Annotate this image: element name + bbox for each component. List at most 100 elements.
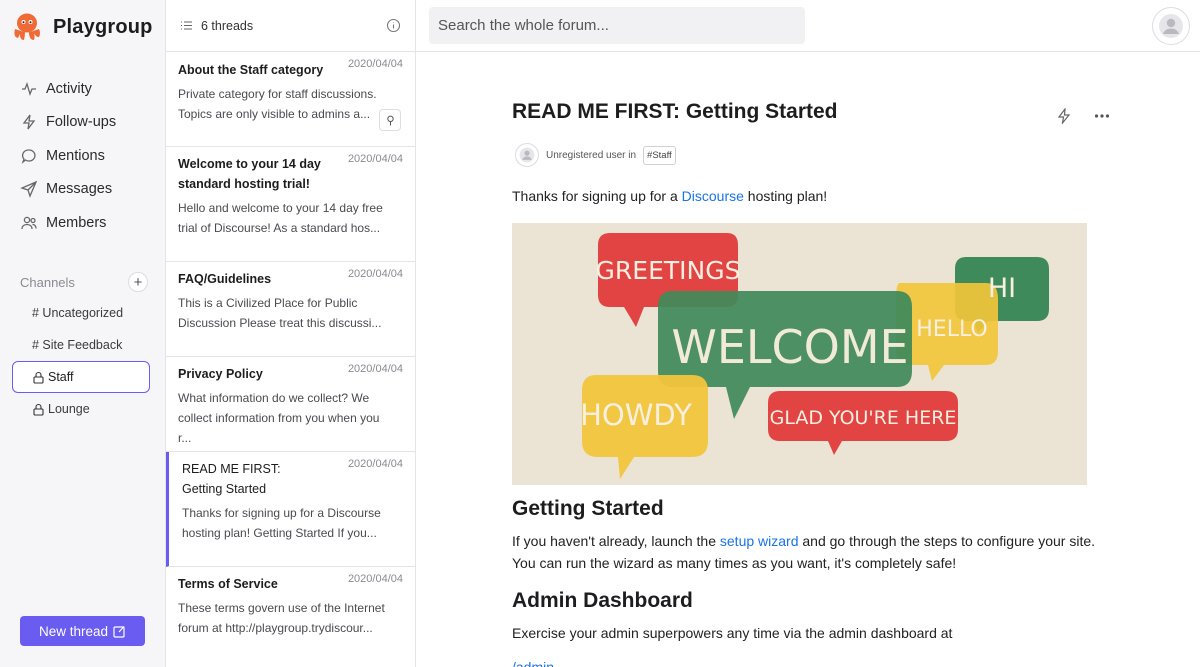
thread-excerpt: Private category for staff discussions. … bbox=[178, 87, 377, 121]
nav-item-label: Activity bbox=[46, 80, 92, 97]
thread-date: 2020/04/04 bbox=[347, 268, 403, 280]
lightning-icon[interactable] bbox=[1056, 108, 1072, 124]
channel-label: Staff bbox=[48, 370, 74, 384]
thread-date: 2020/04/04 bbox=[347, 153, 403, 165]
user-avatar[interactable] bbox=[1152, 7, 1190, 45]
channel-label: # Site Feedback bbox=[32, 338, 123, 352]
post-actions bbox=[1056, 108, 1110, 124]
channel-list: # Uncategorized # Site Feedback Staff Lo… bbox=[12, 297, 150, 425]
list-icon bbox=[181, 21, 192, 30]
thread-date: 2020/04/04 bbox=[347, 573, 403, 585]
category-tag[interactable]: #Staff bbox=[643, 145, 676, 165]
search-input[interactable] bbox=[429, 7, 805, 44]
add-channel-button[interactable]: + bbox=[128, 272, 148, 292]
banner-greetings-text: GREETINGS bbox=[596, 256, 741, 285]
speech-bubbles-illustration: GREETINGS HI HELLO WELCOME HOWDY GLAD YO… bbox=[512, 223, 1087, 485]
thread-title: Terms of Service bbox=[178, 577, 278, 591]
thread-excerpt: This is a Civilized Place for Public Dis… bbox=[178, 296, 382, 330]
banner-hi-text: HI bbox=[988, 273, 1016, 304]
avatar-placeholder-icon bbox=[519, 147, 535, 163]
thread-item[interactable]: FAQ/Guidelines 2020/04/04 This is a Civi… bbox=[166, 262, 415, 357]
heading-getting-started: Getting Started bbox=[512, 497, 664, 520]
nav-item-label: Messages bbox=[46, 181, 113, 198]
send-icon bbox=[20, 181, 38, 199]
thread-excerpt: Hello and welcome to your 14 day free tr… bbox=[178, 201, 383, 235]
channel-lounge[interactable]: Lounge bbox=[12, 393, 150, 425]
thread-date: 2020/04/04 bbox=[347, 363, 403, 375]
channel-staff[interactable]: Staff bbox=[12, 361, 150, 393]
channel-uncategorized[interactable]: # Uncategorized bbox=[12, 297, 150, 329]
gs-text: If you haven't already, launch the bbox=[512, 533, 720, 549]
intro-paragraph: Thanks for signing up for a Discourse ho… bbox=[512, 185, 827, 207]
brand-name: Playgroup bbox=[53, 15, 153, 38]
activity-icon bbox=[22, 81, 36, 96]
thread-title: READ ME FIRST: Getting Started bbox=[182, 462, 281, 496]
thread-date: 2020/04/04 bbox=[347, 458, 403, 470]
sidebar: Playgroup Activity Follow-ups Mentions M… bbox=[0, 0, 166, 667]
channel-site-feedback[interactable]: # Site Feedback bbox=[12, 329, 150, 361]
top-bar bbox=[416, 0, 1200, 52]
thread-count: 6 threads bbox=[201, 18, 254, 33]
channels-label: Channels bbox=[20, 274, 75, 290]
discourse-link[interactable]: Discourse bbox=[682, 188, 744, 204]
thread-list-header: 6 threads bbox=[166, 0, 415, 52]
thread-title: Privacy Policy bbox=[178, 367, 263, 381]
post-meta: Unregistered user in #Staff bbox=[515, 143, 676, 167]
author-avatar[interactable] bbox=[515, 143, 539, 167]
new-thread-label: New thread bbox=[38, 623, 109, 639]
banner-howdy-text: HOWDY bbox=[580, 398, 692, 432]
nav-item-messages[interactable]: Messages bbox=[20, 173, 160, 207]
avatar-placeholder-icon bbox=[1159, 14, 1183, 38]
banner-hello-text: HELLO bbox=[916, 317, 988, 342]
main-nav: Activity Follow-ups Mentions Messages Me… bbox=[20, 72, 160, 240]
thread-excerpt: Thanks for signing up for a Discourse ho… bbox=[182, 506, 381, 540]
more-options-icon[interactable] bbox=[1094, 108, 1110, 124]
admin-paragraph: Exercise your admin superpowers any time… bbox=[512, 625, 953, 641]
welcome-banner-image: GREETINGS HI HELLO WELCOME HOWDY GLAD YO… bbox=[512, 223, 1087, 485]
thread-excerpt: These terms govern use of the Internet f… bbox=[178, 601, 385, 635]
thread-item[interactable]: Welcome to your 14 day standard hosting … bbox=[166, 147, 415, 262]
banner-glad-text: GLAD YOU'RE HERE bbox=[770, 407, 957, 429]
thread-title: About the Staff category bbox=[178, 63, 324, 77]
admin-link[interactable]: /admin bbox=[512, 659, 554, 667]
compose-icon bbox=[113, 625, 125, 638]
brand[interactable]: Playgroup bbox=[11, 12, 153, 42]
nav-item-label: Mentions bbox=[46, 147, 105, 164]
thread-title: FAQ/Guidelines bbox=[178, 272, 272, 286]
nav-item-label: Members bbox=[46, 214, 107, 231]
channel-label: # Uncategorized bbox=[32, 306, 124, 320]
pin-icon bbox=[386, 115, 394, 125]
gs-text-end: and go through the steps to configure yo… bbox=[798, 533, 1096, 549]
setup-wizard-link[interactable]: setup wizard bbox=[720, 533, 799, 549]
lightning-icon bbox=[22, 114, 36, 130]
thread-item[interactable]: About the Staff category 2020/04/04 Priv… bbox=[166, 52, 415, 147]
author-name: Unregistered user in bbox=[546, 149, 637, 161]
nav-item-members[interactable]: Members bbox=[20, 206, 160, 240]
thread-excerpt: What information do we collect? We colle… bbox=[178, 391, 380, 445]
admin-link-paragraph: /admin bbox=[512, 656, 554, 667]
thread-item[interactable]: Terms of Service 2020/04/04 These terms … bbox=[166, 567, 415, 662]
thread-item-active[interactable]: READ ME FIRST: Getting Started 2020/04/0… bbox=[166, 452, 415, 567]
heading-admin-dashboard: Admin Dashboard bbox=[512, 589, 693, 612]
thread-list-panel: 6 threads About the Staff category 2020/… bbox=[166, 0, 416, 667]
octopus-logo-icon bbox=[14, 13, 40, 40]
nav-item-mentions[interactable]: Mentions bbox=[20, 139, 160, 173]
channels-header: Channels + bbox=[20, 272, 148, 292]
nav-item-label: Follow-ups bbox=[46, 114, 117, 131]
post-content: READ ME FIRST: Getting Started Unregiste… bbox=[512, 52, 1112, 667]
nav-item-activity[interactable]: Activity bbox=[20, 72, 160, 106]
new-thread-button[interactable]: New thread bbox=[20, 616, 145, 646]
intro-text-end: hosting plan! bbox=[743, 188, 828, 204]
info-icon[interactable] bbox=[386, 18, 401, 33]
getting-started-line-1: If you haven't already, launch the setup… bbox=[512, 530, 1095, 552]
thread-item[interactable]: Privacy Policy 2020/04/04 What informati… bbox=[166, 357, 415, 452]
lock-icon bbox=[33, 403, 44, 416]
thread-title: Welcome to your 14 day standard hosting … bbox=[178, 157, 321, 191]
lock-icon bbox=[33, 371, 44, 384]
thread-date: 2020/04/04 bbox=[347, 58, 403, 70]
pin-button[interactable] bbox=[379, 109, 401, 131]
nav-item-follow-ups[interactable]: Follow-ups bbox=[20, 106, 160, 140]
chat-bubble-icon bbox=[21, 149, 36, 164]
getting-started-line-2: You can run the wizard as many times as … bbox=[512, 555, 957, 571]
post-title: READ ME FIRST: Getting Started bbox=[512, 100, 838, 123]
